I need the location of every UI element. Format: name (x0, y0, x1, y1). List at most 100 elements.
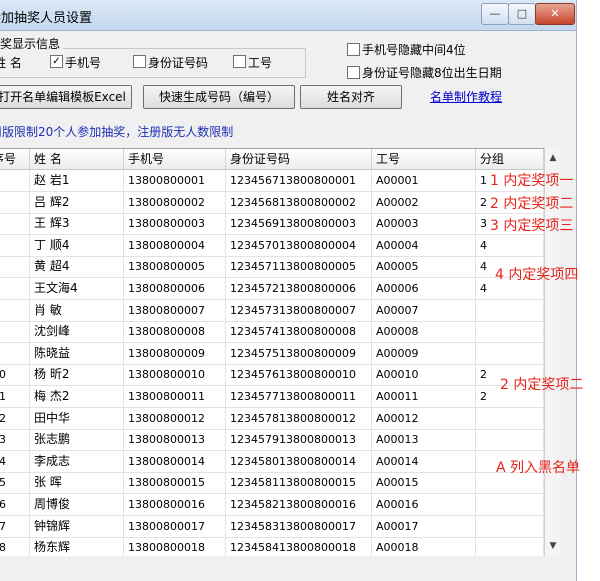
cell-index[interactable]: 6 (0, 278, 30, 299)
cell-employee-id[interactable]: A00009 (372, 342, 476, 364)
cell-employee-id[interactable]: A00004 (372, 234, 476, 256)
cell-id-number[interactable]: 123457113800800005 (226, 256, 372, 278)
cell-group[interactable]: 4 (476, 234, 544, 256)
cell-phone[interactable]: 13800800003 (124, 213, 226, 235)
cell-name[interactable]: 杨东辉 (30, 537, 124, 557)
cell-group[interactable] (476, 342, 544, 364)
cell-index[interactable]: 7 (0, 299, 30, 321)
cell-group[interactable] (476, 515, 544, 537)
cell-id-number[interactable]: 123456913800800003 (226, 213, 372, 235)
table-row[interactable]: 6王文海413800800006123457213800800006A00006… (0, 278, 544, 300)
cell-employee-id[interactable]: A00017 (372, 515, 476, 537)
table-row[interactable]: 12田中华13800800012123457813800800012A00012 (0, 407, 544, 430)
cell-phone[interactable]: 13800800018 (124, 537, 226, 557)
employee-id-checkbox[interactable] (233, 55, 246, 68)
cell-employee-id[interactable]: A00012 (372, 407, 476, 429)
cell-index[interactable]: 12 (0, 407, 30, 429)
cell-name[interactable]: 张志鹏 (30, 429, 124, 451)
cell-name[interactable]: 杨 昕2 (30, 364, 124, 386)
cell-id-number[interactable]: 123458213800800016 (226, 494, 372, 515)
cell-name[interactable]: 王 辉3 (30, 213, 124, 235)
hide-phone-middle-label[interactable]: 手机号隐藏中间4位 (362, 41, 466, 58)
scroll-down-icon[interactable]: ▼ (545, 538, 561, 554)
cell-employee-id[interactable]: A00014 (372, 450, 476, 472)
column-header-employee-id[interactable]: 工号 (372, 149, 476, 169)
cell-employee-id[interactable]: A00008 (372, 321, 476, 343)
cell-id-number[interactable]: 123458413800800018 (226, 537, 372, 557)
cell-index[interactable]: 10 (0, 364, 30, 386)
cell-phone[interactable]: 13800800013 (124, 429, 226, 451)
cell-index[interactable]: 17 (0, 515, 30, 537)
cell-employee-id[interactable]: A00013 (372, 429, 476, 451)
cell-index[interactable]: 15 (0, 472, 30, 494)
field-name-label[interactable]: 姓 名 (0, 54, 22, 71)
quick-generate-button[interactable]: 快速生成号码（编号） (143, 85, 295, 109)
cell-id-number[interactable]: 123457213800800006 (226, 278, 372, 299)
cell-id-number[interactable]: 123457413800800008 (226, 321, 372, 343)
cell-name[interactable]: 钟锦辉 (30, 515, 124, 537)
hide-birthdate-checkbox[interactable] (347, 66, 360, 79)
cell-id-number[interactable]: 123457713800800011 (226, 386, 372, 407)
table-row[interactable]: 16周博俊13800800016123458213800800016A00016 (0, 494, 544, 516)
table-row[interactable]: 9陈晓益13800800009123457513800800009A00009 (0, 342, 544, 365)
cell-employee-id[interactable]: A00016 (372, 494, 476, 515)
id-number-checkbox-label[interactable]: 身份证号码 (148, 54, 208, 71)
table-row[interactable]: 4丁 顺413800800004123457013800800004A00004… (0, 234, 544, 257)
cell-id-number[interactable]: 123456713800800001 (226, 170, 372, 191)
title-bar[interactable]: 参加抽奖人员设置 — □ ✕ (0, 0, 576, 31)
table-row[interactable]: 5黄 超413800800005123457113800800005A00005… (0, 256, 544, 279)
cell-phone[interactable]: 13800800004 (124, 234, 226, 256)
table-row[interactable]: 18杨东辉13800800018123458413800800018A00018 (0, 537, 544, 557)
cell-id-number[interactable]: 123458113800800015 (226, 472, 372, 494)
cell-group[interactable] (476, 537, 544, 557)
cell-name[interactable]: 陈晓益 (30, 342, 124, 364)
cell-phone[interactable]: 13800800001 (124, 170, 226, 191)
id-number-checkbox[interactable] (133, 55, 146, 68)
cell-index[interactable]: 13 (0, 429, 30, 451)
cell-employee-id[interactable]: A00003 (372, 213, 476, 235)
cell-phone[interactable]: 13800800012 (124, 407, 226, 429)
cell-employee-id[interactable]: A00018 (372, 537, 476, 557)
cell-index[interactable]: 4 (0, 234, 30, 256)
cell-index[interactable]: 5 (0, 256, 30, 278)
cell-name[interactable]: 赵 岩1 (30, 170, 124, 191)
table-row[interactable]: 7肖 敏13800800007123457313800800007A00007 (0, 299, 544, 322)
cell-phone[interactable]: 13800800006 (124, 278, 226, 299)
cell-employee-id[interactable]: A00015 (372, 472, 476, 494)
minimize-button[interactable]: — (481, 3, 509, 25)
cell-index[interactable]: 11 (0, 386, 30, 407)
cell-id-number[interactable]: 123458313800800017 (226, 515, 372, 537)
cell-index[interactable]: 9 (0, 342, 30, 364)
column-header-group[interactable]: 分组 (476, 149, 544, 169)
cell-index[interactable]: 8 (0, 321, 30, 343)
cell-id-number[interactable]: 123457313800800007 (226, 299, 372, 321)
table-row[interactable]: 14李成志13800800014123458013800800014A00014 (0, 450, 544, 473)
table-row[interactable]: 3王 辉313800800003123456913800800003A00003… (0, 213, 544, 236)
table-row[interactable]: 13张志鹏13800800013123457913800800013A00013 (0, 429, 544, 452)
cell-phone[interactable]: 13800800011 (124, 386, 226, 407)
close-button[interactable]: ✕ (535, 3, 575, 25)
maximize-button[interactable]: □ (508, 3, 536, 25)
cell-id-number[interactable]: 123457013800800004 (226, 234, 372, 256)
column-header-phone[interactable]: 手机号 (124, 149, 226, 169)
cell-name[interactable]: 张 晖 (30, 472, 124, 494)
phone-checkbox-label[interactable]: 手机号 (65, 54, 101, 71)
cell-group[interactable] (476, 407, 544, 429)
cell-name[interactable]: 肖 敏 (30, 299, 124, 321)
cell-id-number[interactable]: 123456813800800002 (226, 191, 372, 213)
cell-id-number[interactable]: 123457813800800012 (226, 407, 372, 429)
cell-group[interactable] (476, 299, 544, 321)
column-header-index[interactable]: 序号 (0, 149, 30, 169)
table-row[interactable]: 8沈剑峰13800800008123457413800800008A00008 (0, 321, 544, 344)
cell-employee-id[interactable]: A00006 (372, 278, 476, 299)
table-row[interactable]: 1赵 岩113800800001123456713800800001A00001… (0, 170, 544, 192)
column-header-id-number[interactable]: 身份证号码 (226, 149, 372, 169)
cell-name[interactable]: 黄 超4 (30, 256, 124, 278)
cell-index[interactable]: 14 (0, 450, 30, 472)
cell-group[interactable] (476, 429, 544, 451)
cell-index[interactable]: 3 (0, 213, 30, 235)
cell-name[interactable]: 丁 顺4 (30, 234, 124, 256)
cell-name[interactable]: 吕 辉2 (30, 191, 124, 213)
cell-phone[interactable]: 13800800016 (124, 494, 226, 515)
cell-name[interactable]: 周博俊 (30, 494, 124, 515)
